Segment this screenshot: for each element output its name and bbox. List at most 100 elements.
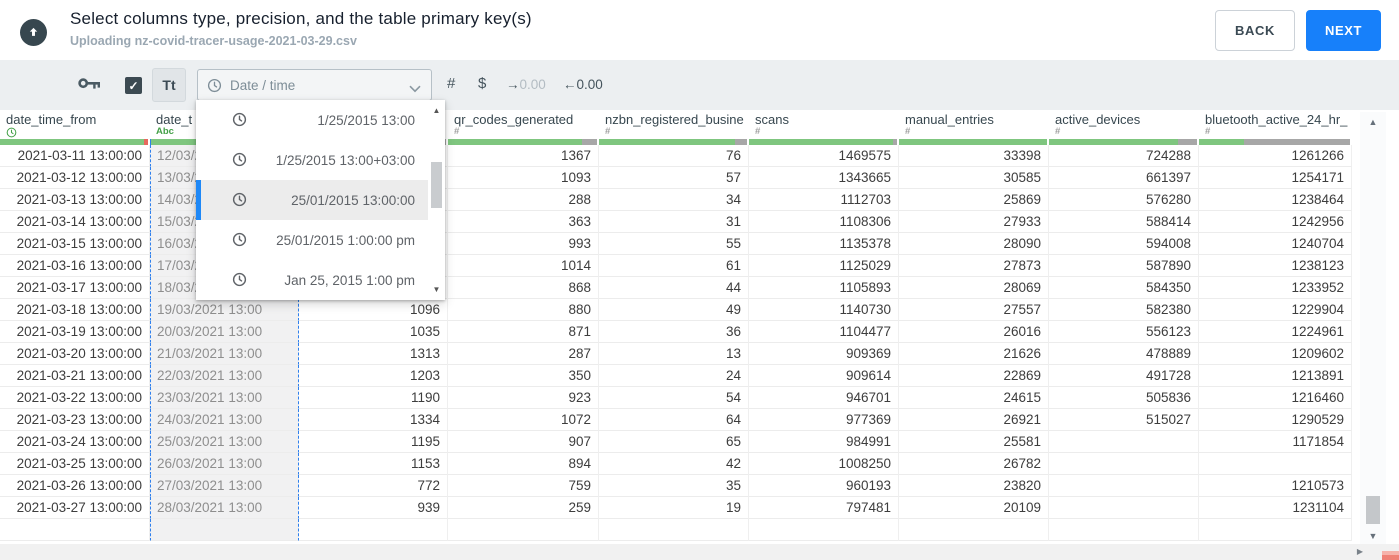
dropdown-item-label: 25/01/2015 1:00:00 pm bbox=[276, 232, 415, 248]
cell: 1105893 bbox=[749, 277, 899, 299]
cell: 1135378 bbox=[749, 233, 899, 255]
column-header-nzbn_registered_busine[interactable]: nzbn_registered_busine # bbox=[599, 110, 749, 145]
column-header-manual_entries[interactable]: manual_entries # bbox=[899, 110, 1049, 145]
primary-key-icon[interactable] bbox=[78, 77, 101, 97]
clock-icon bbox=[232, 272, 247, 287]
integer-type-button[interactable]: # bbox=[447, 75, 455, 92]
currency-type-button[interactable]: $ bbox=[478, 75, 486, 92]
cell: 2021-03-23 13:00:00 bbox=[0, 409, 150, 431]
clock-icon bbox=[232, 192, 247, 207]
cell: 1210573 bbox=[1199, 475, 1352, 497]
table-row: 2021-03-25 13:00:00 26/03/2021 13:00 1153 8… bbox=[0, 453, 1352, 475]
scroll-down-icon[interactable]: ▼ bbox=[1360, 531, 1386, 541]
column-type-glyph: # bbox=[1055, 126, 1061, 137]
cell: 1254171 bbox=[1199, 167, 1352, 189]
cell: 36 bbox=[599, 321, 749, 343]
column-header-qr_codes_generated[interactable]: qr_codes_generated # bbox=[448, 110, 599, 145]
cell bbox=[749, 519, 899, 541]
scroll-up-icon[interactable]: ▲ bbox=[1360, 117, 1386, 127]
cell: 30585 bbox=[899, 167, 1049, 189]
column-name: date_time_from bbox=[6, 112, 97, 127]
column-type-glyph: # bbox=[905, 126, 911, 137]
column-header-date_time_from[interactable]: date_time_from bbox=[0, 110, 150, 145]
cell: 26/03/2021 13:00 bbox=[150, 453, 299, 475]
column-header-scans[interactable]: scans # bbox=[749, 110, 899, 145]
scroll-down-icon[interactable]: ▼ bbox=[428, 285, 445, 294]
datetime-format-select[interactable]: Date / time bbox=[197, 69, 432, 101]
decrease-precision-button[interactable]: ←0.00 bbox=[563, 77, 603, 92]
column-type-confidence-bar bbox=[448, 139, 597, 145]
back-button[interactable]: BACK bbox=[1215, 10, 1295, 51]
cell: 1093 bbox=[448, 167, 599, 189]
column-type-glyph: # bbox=[454, 126, 460, 137]
cell: 909614 bbox=[749, 365, 899, 387]
table-row: 2021-03-21 13:00:00 22/03/2021 13:00 1203 3… bbox=[0, 365, 1352, 387]
cell: 1096 bbox=[299, 299, 448, 321]
dropdown-scrollbar-thumb[interactable] bbox=[431, 162, 442, 208]
cell: 31 bbox=[599, 211, 749, 233]
dropdown-item[interactable]: 25/01/2015 13:00:00 bbox=[196, 180, 428, 220]
table-row: 2021-03-22 13:00:00 23/03/2021 13:00 1190 9… bbox=[0, 387, 1352, 409]
cell bbox=[0, 519, 150, 541]
horizontal-scrollbar[interactable]: ▶ bbox=[0, 544, 1399, 560]
clock-icon bbox=[232, 112, 247, 127]
cell: 76 bbox=[599, 145, 749, 167]
cell: 22869 bbox=[899, 365, 1049, 387]
cell: 759 bbox=[448, 475, 599, 497]
cell bbox=[1049, 453, 1199, 475]
dropdown-item[interactable]: 1/25/2015 13:00 bbox=[196, 100, 428, 140]
cell: 25/03/2021 13:00 bbox=[150, 431, 299, 453]
cell: 946701 bbox=[749, 387, 899, 409]
cell: 26016 bbox=[899, 321, 1049, 343]
column-type-glyph: # bbox=[755, 126, 761, 137]
cell: 1112703 bbox=[749, 189, 899, 211]
cell: 23820 bbox=[899, 475, 1049, 497]
cell: 1313 bbox=[299, 343, 448, 365]
scroll-right-icon[interactable]: ▶ bbox=[1357, 547, 1363, 556]
cell: 13 bbox=[599, 343, 749, 365]
dropdown-scrollbar[interactable]: ▲ ▼ bbox=[428, 100, 445, 300]
header: Select columns type, precision, and the … bbox=[0, 0, 1399, 60]
vertical-scrollbar[interactable]: ▲ ▼ bbox=[1360, 112, 1386, 545]
cell: 588414 bbox=[1049, 211, 1199, 233]
cell: 868 bbox=[448, 277, 599, 299]
dropdown-item-label: Jan 25, 2015 1:00 pm bbox=[284, 272, 415, 288]
vertical-scrollbar-thumb[interactable] bbox=[1366, 496, 1380, 524]
dropdown-item[interactable]: Jan 25, 2015 1:00 pm bbox=[196, 260, 428, 300]
boolean-type-checkbox[interactable]: ✓ bbox=[125, 77, 142, 94]
cell: 33398 bbox=[899, 145, 1049, 167]
cell: 1242956 bbox=[1199, 211, 1352, 233]
dropdown-item[interactable]: 1/25/2015 13:00+03:00 bbox=[196, 140, 428, 180]
cell: 772 bbox=[299, 475, 448, 497]
cell: 27557 bbox=[899, 299, 1049, 321]
left-arrow-icon: ← bbox=[563, 77, 577, 92]
cell: 27/03/2021 13:00 bbox=[150, 475, 299, 497]
cell: 2021-03-11 13:00:00 bbox=[0, 145, 150, 167]
column-type-confidence-bar bbox=[749, 139, 897, 145]
cell: 1343665 bbox=[749, 167, 899, 189]
cell: 259 bbox=[448, 497, 599, 519]
cell: 20/03/2021 13:00 bbox=[150, 321, 299, 343]
clock-icon bbox=[232, 152, 247, 167]
column-header-active_devices[interactable]: active_devices # bbox=[1049, 110, 1199, 145]
scroll-up-icon[interactable]: ▲ bbox=[428, 106, 445, 115]
cell: 2021-03-13 13:00:00 bbox=[0, 189, 150, 211]
cell: 288 bbox=[448, 189, 599, 211]
increase-precision-button[interactable]: →0.00 bbox=[506, 77, 546, 92]
cell: 44 bbox=[599, 277, 749, 299]
column-type-confidence-bar bbox=[1049, 139, 1197, 145]
cell bbox=[1199, 453, 1352, 475]
text-type-button[interactable]: Tt bbox=[152, 68, 186, 102]
upload-filename: Uploading nz-covid-tracer-usage-2021-03-… bbox=[70, 34, 357, 48]
cell: 61 bbox=[599, 255, 749, 277]
dropdown-item[interactable]: 25/01/2015 1:00:00 pm bbox=[196, 220, 428, 260]
cell: 2021-03-16 13:00:00 bbox=[0, 255, 150, 277]
cell: 1367 bbox=[448, 145, 599, 167]
next-button[interactable]: NEXT bbox=[1306, 10, 1381, 51]
column-header-bluetooth_active_24_hr_[interactable]: bluetooth_active_24_hr_ # bbox=[1199, 110, 1352, 145]
cell: 939 bbox=[299, 497, 448, 519]
cell: 724288 bbox=[1049, 145, 1199, 167]
cell: 287 bbox=[448, 343, 599, 365]
cell: 1469575 bbox=[749, 145, 899, 167]
cell: 24615 bbox=[899, 387, 1049, 409]
